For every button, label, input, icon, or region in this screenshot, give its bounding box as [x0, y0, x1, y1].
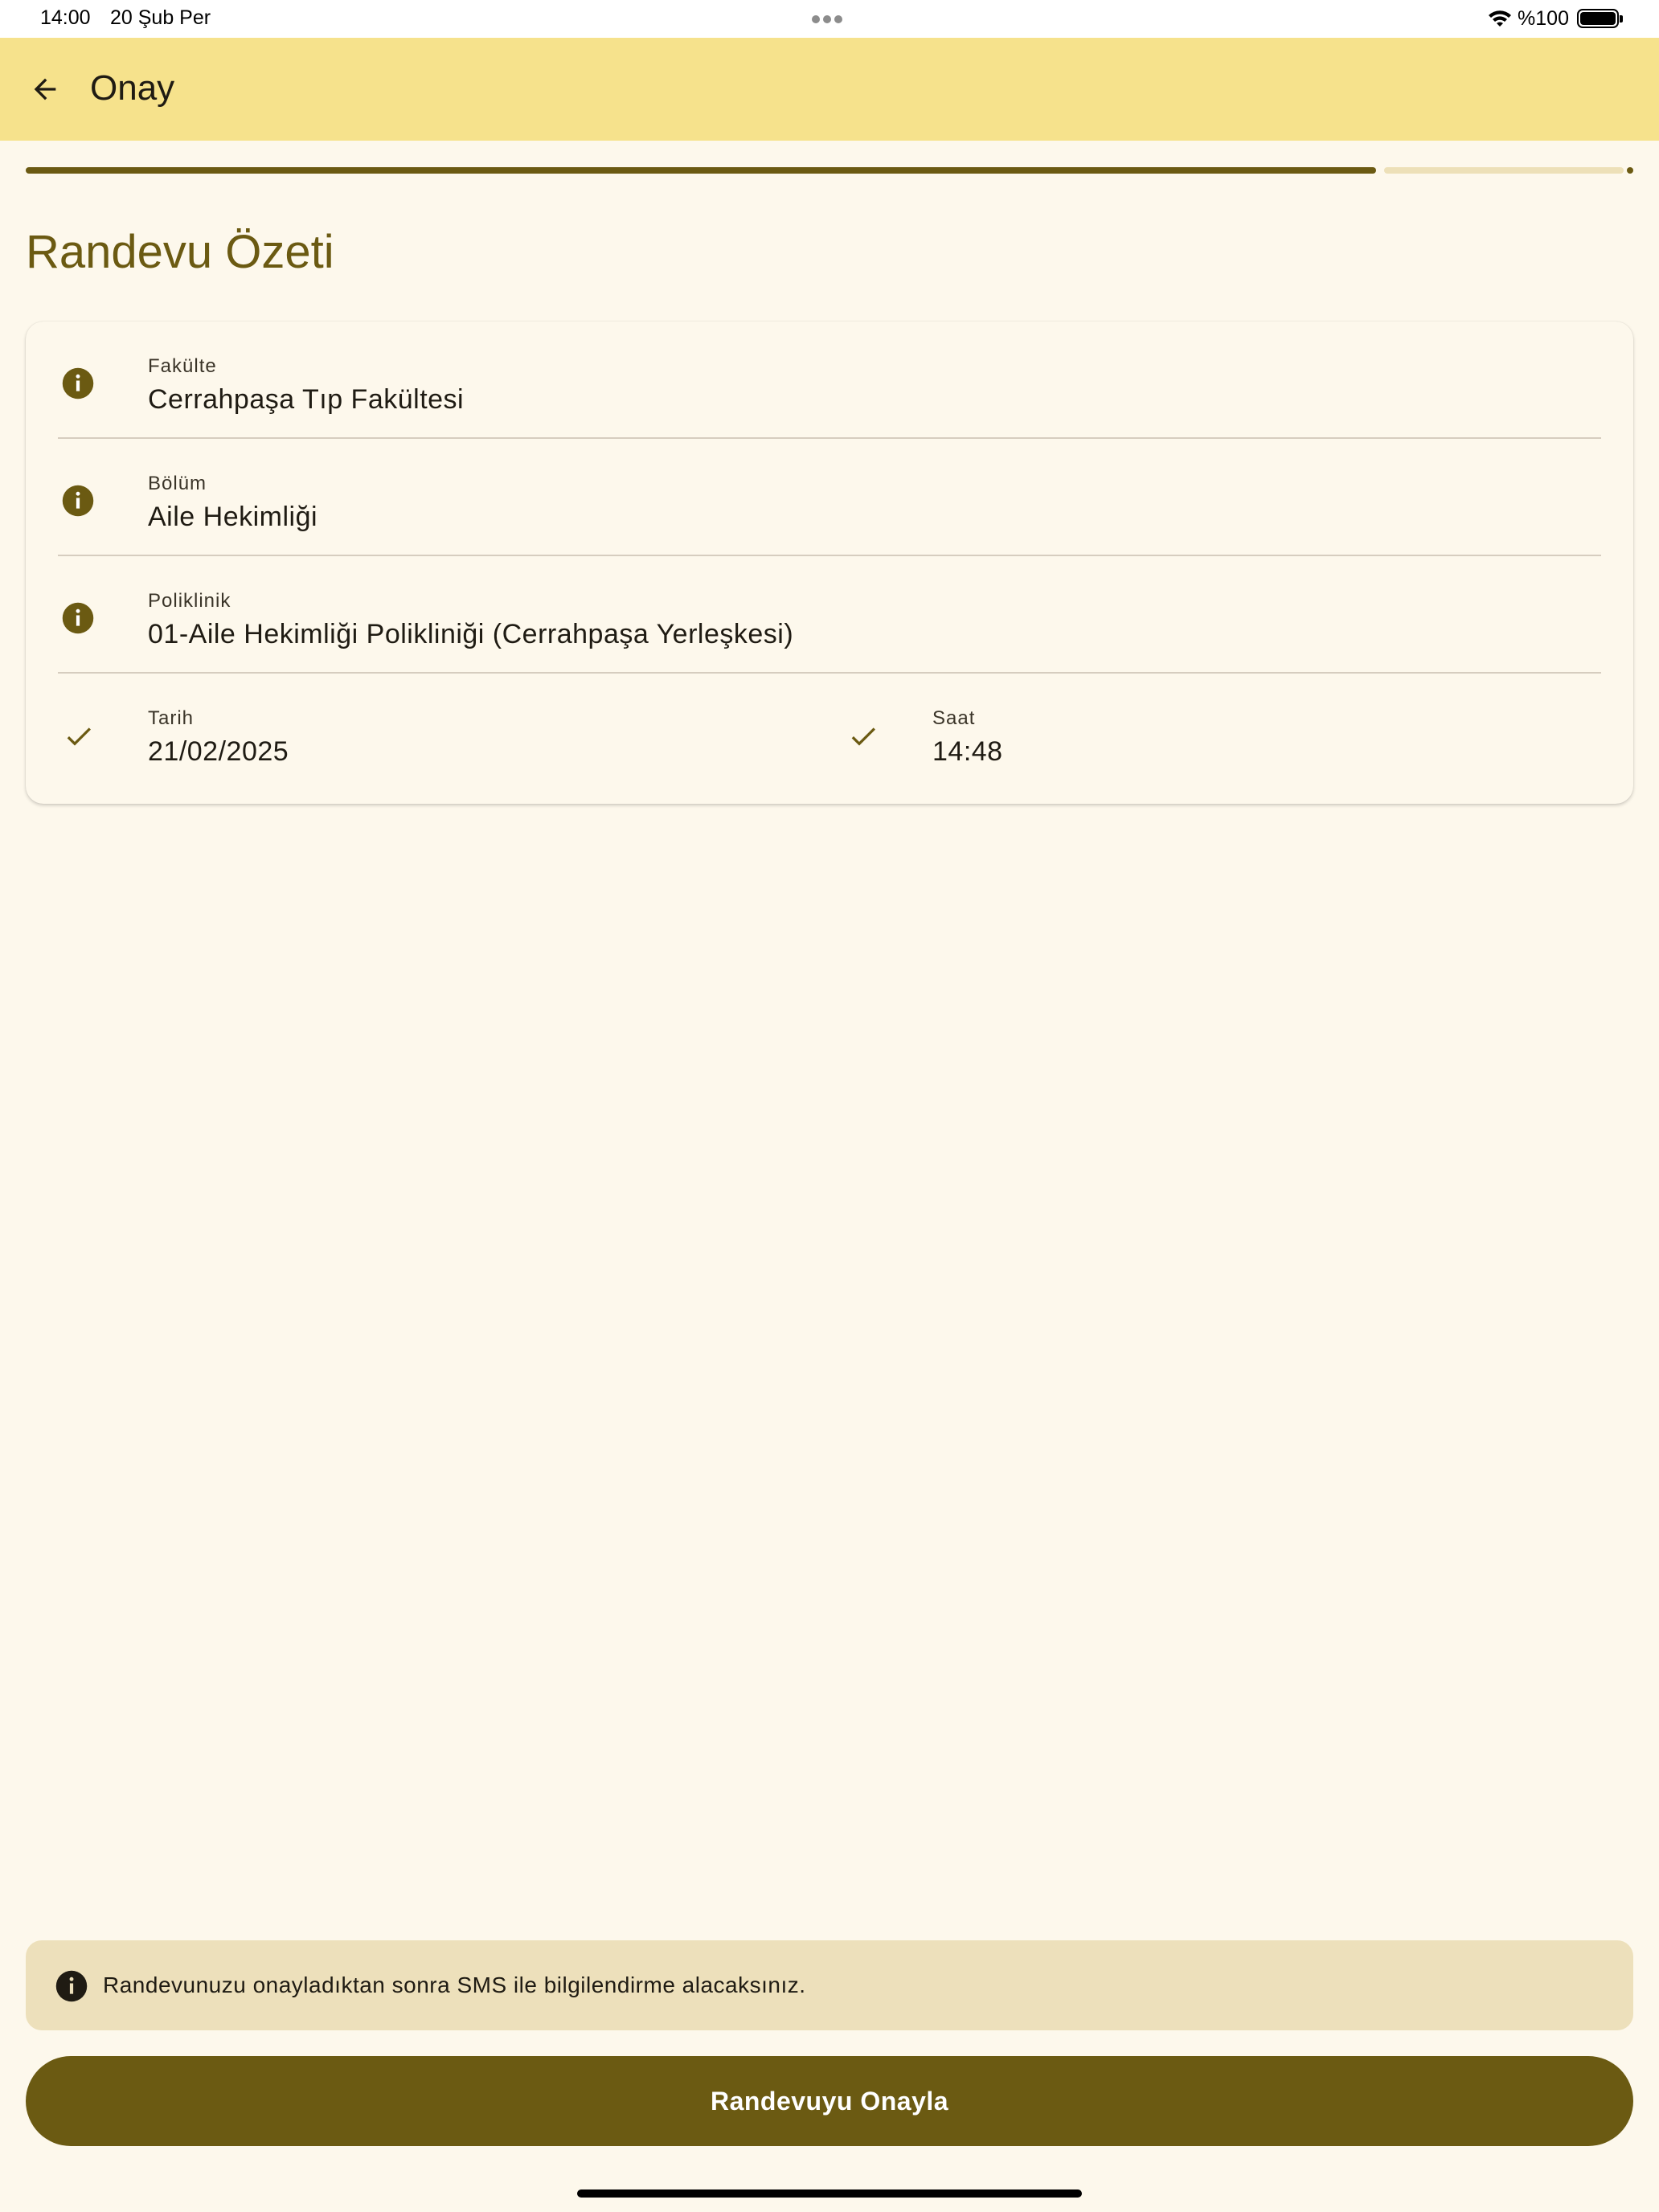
summary-row-clinic: Poliklinik 01-Aile Hekimliği Polikliniği…: [58, 556, 1601, 674]
department-label: Bölüm: [148, 473, 207, 494]
status-bar: 14:00 20 Şub Per %100: [0, 0, 1659, 38]
progress-fill: [26, 167, 1376, 174]
summary-row-department: Bölüm Aile Hekimliği: [58, 439, 1601, 556]
info-icon: [62, 485, 94, 517]
step-progress-bar: [26, 167, 1633, 174]
check-icon: [851, 727, 875, 746]
page-title: Onay: [90, 68, 175, 108]
battery-icon: [1577, 9, 1623, 28]
progress-end-dot: [1627, 167, 1633, 174]
check-icon: [67, 727, 91, 746]
sms-info-text: Randevunuzu onayladıktan sonra SMS ile b…: [103, 1972, 806, 1997]
date-value: 21/02/2025: [148, 736, 289, 767]
home-indicator[interactable]: [577, 2189, 1082, 2198]
date-field: Tarih 21/02/2025: [58, 674, 830, 791]
app-bar: Onay: [0, 38, 1659, 141]
wifi-icon: [1489, 10, 1512, 27]
back-button[interactable]: [23, 67, 68, 112]
summary-row-faculty: Fakülte Cerrahpaşa Tıp Fakültesi: [58, 322, 1601, 439]
multitasking-dots-icon[interactable]: [812, 13, 847, 23]
department-value: Aile Hekimliği: [148, 502, 318, 532]
status-indicators: %100: [1487, 5, 1623, 32]
faculty-value: Cerrahpaşa Tıp Fakültesi: [148, 384, 465, 415]
info-icon: [55, 1970, 88, 2002]
progress-remaining: [1384, 167, 1624, 174]
time-value: 14:48: [932, 736, 1003, 767]
time-label: Saat: [932, 707, 976, 729]
date-label: Tarih: [148, 707, 195, 729]
clinic-label: Poliklinik: [148, 590, 231, 612]
info-icon: [62, 367, 94, 399]
status-date: 20 Şub Per: [110, 6, 211, 29]
arrow-left-icon: [34, 78, 56, 100]
sms-info-banner: Randevunuzu onayladıktan sonra SMS ile b…: [26, 1940, 1633, 2030]
clinic-value: 01-Aile Hekimliği Polikliniği (Cerrahpaş…: [148, 619, 794, 649]
confirm-appointment-button[interactable]: Randevuyu Onayla: [26, 2056, 1633, 2146]
info-icon: [62, 602, 94, 634]
appointment-summary-card: Fakülte Cerrahpaşa Tıp Fakültesi Bölüm A…: [26, 322, 1633, 804]
summary-title: Randevu Özeti: [26, 226, 334, 278]
confirm-button-label: Randevuyu Onayla: [710, 2086, 949, 2116]
time-field: Saat 14:48: [842, 674, 1614, 791]
status-time: 14:00: [40, 6, 91, 29]
battery-percentage: %100: [1518, 6, 1569, 30]
faculty-label: Fakülte: [148, 355, 217, 377]
summary-row-datetime: Tarih 21/02/2025 Saat 14:48: [58, 674, 1601, 791]
screen: 14:00 20 Şub Per %100 Onay Randevu Özeti…: [0, 0, 1659, 2212]
